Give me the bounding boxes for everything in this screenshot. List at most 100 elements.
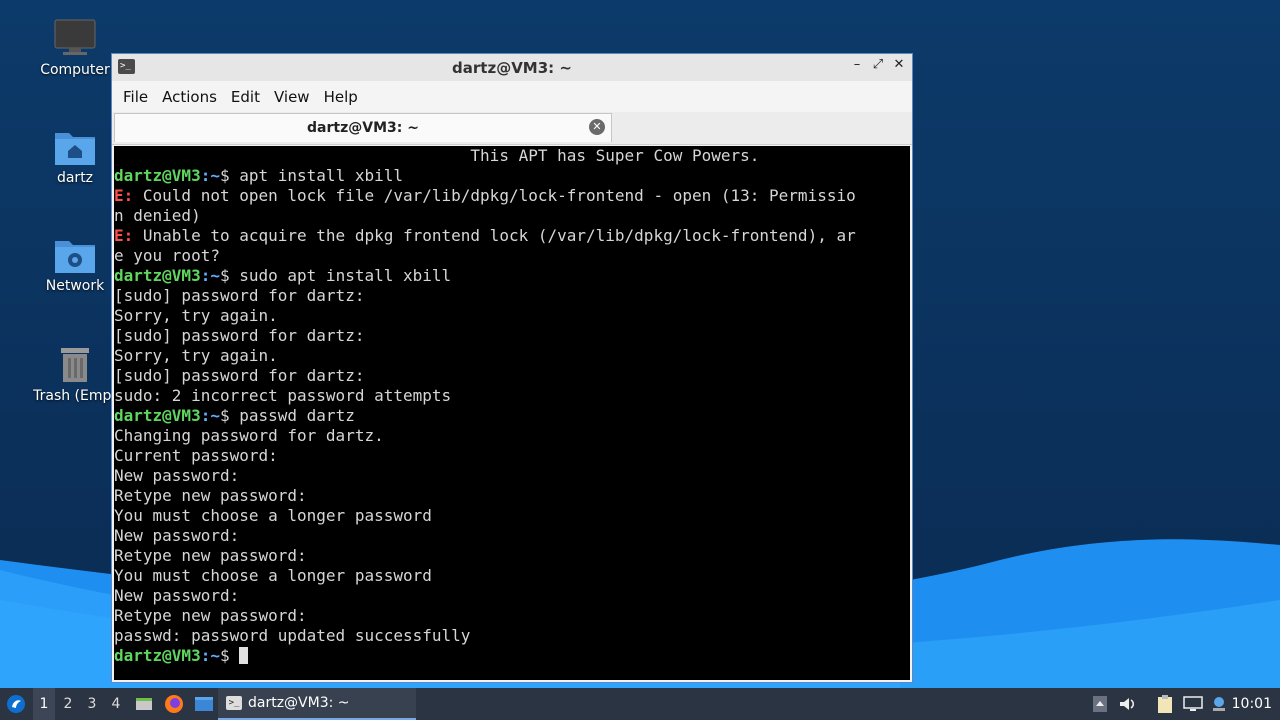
notification-button[interactable] bbox=[1209, 688, 1229, 720]
show-desktop-button[interactable] bbox=[134, 688, 154, 720]
tab-label: dartz@VM3: ~ bbox=[307, 120, 419, 136]
desktop-icon-trash[interactable]: Trash (Empt bbox=[25, 344, 125, 404]
file-manager-icon bbox=[195, 697, 213, 711]
output-text: New password: bbox=[114, 466, 240, 485]
terminal-line: [sudo] password for dartz: bbox=[114, 326, 910, 346]
task-label: dartz@VM3: ~ bbox=[248, 695, 350, 711]
app-menu-button[interactable] bbox=[4, 688, 28, 720]
taskbar-terminal-task[interactable]: >_ dartz@VM3: ~ bbox=[218, 688, 416, 720]
desktop-icon-network[interactable]: Network bbox=[25, 236, 125, 294]
output-text: Changing password for dartz. bbox=[114, 426, 384, 445]
output-text: [sudo] password for dartz: bbox=[114, 326, 365, 345]
output-text: [sudo] password for dartz: bbox=[114, 286, 365, 305]
terminal-line: New password: bbox=[114, 586, 910, 606]
desktop-icon-home[interactable]: dartz bbox=[25, 128, 125, 186]
prompt-path: :~ bbox=[200, 266, 220, 285]
terminal-line: E: Could not open lock file /var/lib/dpk… bbox=[114, 186, 910, 206]
output-text: sudo: 2 incorrect password attempts bbox=[114, 386, 452, 405]
output-text: Sorry, try again. bbox=[114, 346, 278, 365]
terminal-output[interactable]: This APT has Super Cow Powers. dartz@VM3:… bbox=[114, 146, 910, 680]
terminal-line: Sorry, try again. bbox=[114, 306, 910, 326]
desktop-icon-label: Network bbox=[45, 278, 105, 294]
terminal-line: dartz@VM3:~$ passwd dartz bbox=[114, 406, 910, 426]
menu-help[interactable]: Help bbox=[317, 88, 365, 106]
network-status-icon bbox=[1183, 696, 1203, 711]
desktop-icon-label: dartz bbox=[56, 170, 94, 186]
trash-icon bbox=[61, 348, 89, 382]
menu-view[interactable]: View bbox=[267, 88, 317, 106]
tray-arrow-button[interactable] bbox=[1091, 688, 1109, 720]
output-text: passwd: password updated successfully bbox=[114, 626, 471, 645]
firefox-icon bbox=[165, 695, 183, 713]
prompt-command: $ sudo apt install xbill bbox=[219, 266, 452, 285]
terminal-cursor bbox=[239, 647, 249, 664]
clipboard-button[interactable] bbox=[1154, 688, 1176, 720]
output-text: e you root? bbox=[114, 246, 220, 265]
terminal-line: Retype new password: bbox=[114, 606, 910, 626]
clock[interactable]: 10:01 bbox=[1232, 688, 1272, 720]
desktop-icon-label: Trash (Empt bbox=[33, 388, 117, 404]
terminal-line: dartz@VM3:~$ sudo apt install xbill bbox=[114, 266, 910, 286]
clipboard-icon bbox=[1158, 695, 1172, 713]
prompt-user: dartz@VM3 bbox=[114, 646, 201, 665]
terminal-line: dartz@VM3:~$ apt install xbill bbox=[114, 166, 910, 186]
tab-close-icon[interactable]: ✕ bbox=[589, 119, 605, 135]
terminal-line: n denied) bbox=[114, 206, 910, 226]
output-text: [sudo] password for dartz: bbox=[114, 366, 365, 385]
terminal-line: passwd: password updated successfully bbox=[114, 626, 910, 646]
output-text: This APT has Super Cow Powers. bbox=[114, 146, 760, 165]
terminal-app-icon[interactable]: >_ bbox=[118, 59, 135, 74]
error-text: Could not open lock file /var/lib/dpkg/l… bbox=[133, 186, 856, 205]
minimize-button[interactable]: – bbox=[848, 57, 866, 72]
close-button[interactable]: ✕ bbox=[890, 57, 908, 72]
output-text: New password: bbox=[114, 526, 240, 545]
prompt-user: dartz@VM3 bbox=[114, 166, 201, 185]
terminal-line: Current password: bbox=[114, 446, 910, 466]
show-desktop-icon bbox=[136, 698, 152, 710]
terminal-line: sudo: 2 incorrect password attempts bbox=[114, 386, 910, 406]
volume-button[interactable] bbox=[1117, 688, 1139, 720]
workspace-2[interactable]: 2 bbox=[57, 688, 79, 720]
output-text: Retype new password: bbox=[114, 606, 307, 625]
tab-bar: dartz@VM3: ~ ✕ bbox=[112, 112, 912, 145]
window-titlebar[interactable]: >_ dartz@VM3: ~ – ⤢ ✕ bbox=[112, 54, 912, 81]
workspace-1[interactable]: 1 bbox=[33, 688, 55, 720]
workspace-4[interactable]: 4 bbox=[105, 688, 127, 720]
prompt-user: dartz@VM3 bbox=[114, 266, 201, 285]
firefox-launcher[interactable] bbox=[163, 688, 185, 720]
terminal-line: You must choose a longer password bbox=[114, 566, 910, 586]
menu-file[interactable]: File bbox=[116, 88, 155, 106]
network-folder-icon bbox=[55, 241, 95, 273]
maximize-button[interactable]: ⤢ bbox=[869, 57, 887, 72]
menu-bar: File Actions Edit View Help bbox=[112, 81, 912, 112]
desktop-icon-label: Computer bbox=[40, 62, 110, 78]
taskbar: 1 2 3 4 >_ dartz@VM3: ~ 10:01 bbox=[0, 688, 1280, 720]
prompt-command: $ bbox=[219, 646, 240, 665]
terminal-line: New password: bbox=[114, 466, 910, 486]
error-prefix: E: bbox=[114, 226, 134, 245]
error-prefix: E: bbox=[114, 186, 134, 205]
output-text: Retype new password: bbox=[114, 486, 307, 505]
terminal-task-icon: >_ bbox=[226, 696, 242, 710]
notification-icon bbox=[1213, 697, 1225, 711]
workspace-3[interactable]: 3 bbox=[81, 688, 103, 720]
error-text: Unable to acquire the dpkg frontend lock… bbox=[133, 226, 856, 245]
volume-icon bbox=[1120, 698, 1135, 710]
terminal-window: >_ dartz@VM3: ~ – ⤢ ✕ File Actions Edit … bbox=[111, 53, 913, 683]
terminal-tab[interactable]: dartz@VM3: ~ ✕ bbox=[114, 113, 612, 142]
terminal-line: Retype new password: bbox=[114, 486, 910, 506]
network-status-button[interactable] bbox=[1182, 688, 1204, 720]
output-text: Current password: bbox=[114, 446, 278, 465]
menu-actions[interactable]: Actions bbox=[155, 88, 224, 106]
prompt-path: :~ bbox=[200, 166, 220, 185]
output-text: New password: bbox=[114, 586, 240, 605]
file-manager-launcher[interactable] bbox=[192, 688, 216, 720]
terminal-line: dartz@VM3:~$ bbox=[114, 646, 910, 666]
tray-up-icon bbox=[1093, 696, 1107, 712]
home-folder-icon bbox=[55, 133, 95, 165]
terminal-line: e you root? bbox=[114, 246, 910, 266]
desktop-icon-computer[interactable]: Computer bbox=[25, 18, 125, 78]
prompt-user: dartz@VM3 bbox=[114, 406, 201, 425]
prompt-path: :~ bbox=[200, 406, 220, 425]
menu-edit[interactable]: Edit bbox=[224, 88, 267, 106]
